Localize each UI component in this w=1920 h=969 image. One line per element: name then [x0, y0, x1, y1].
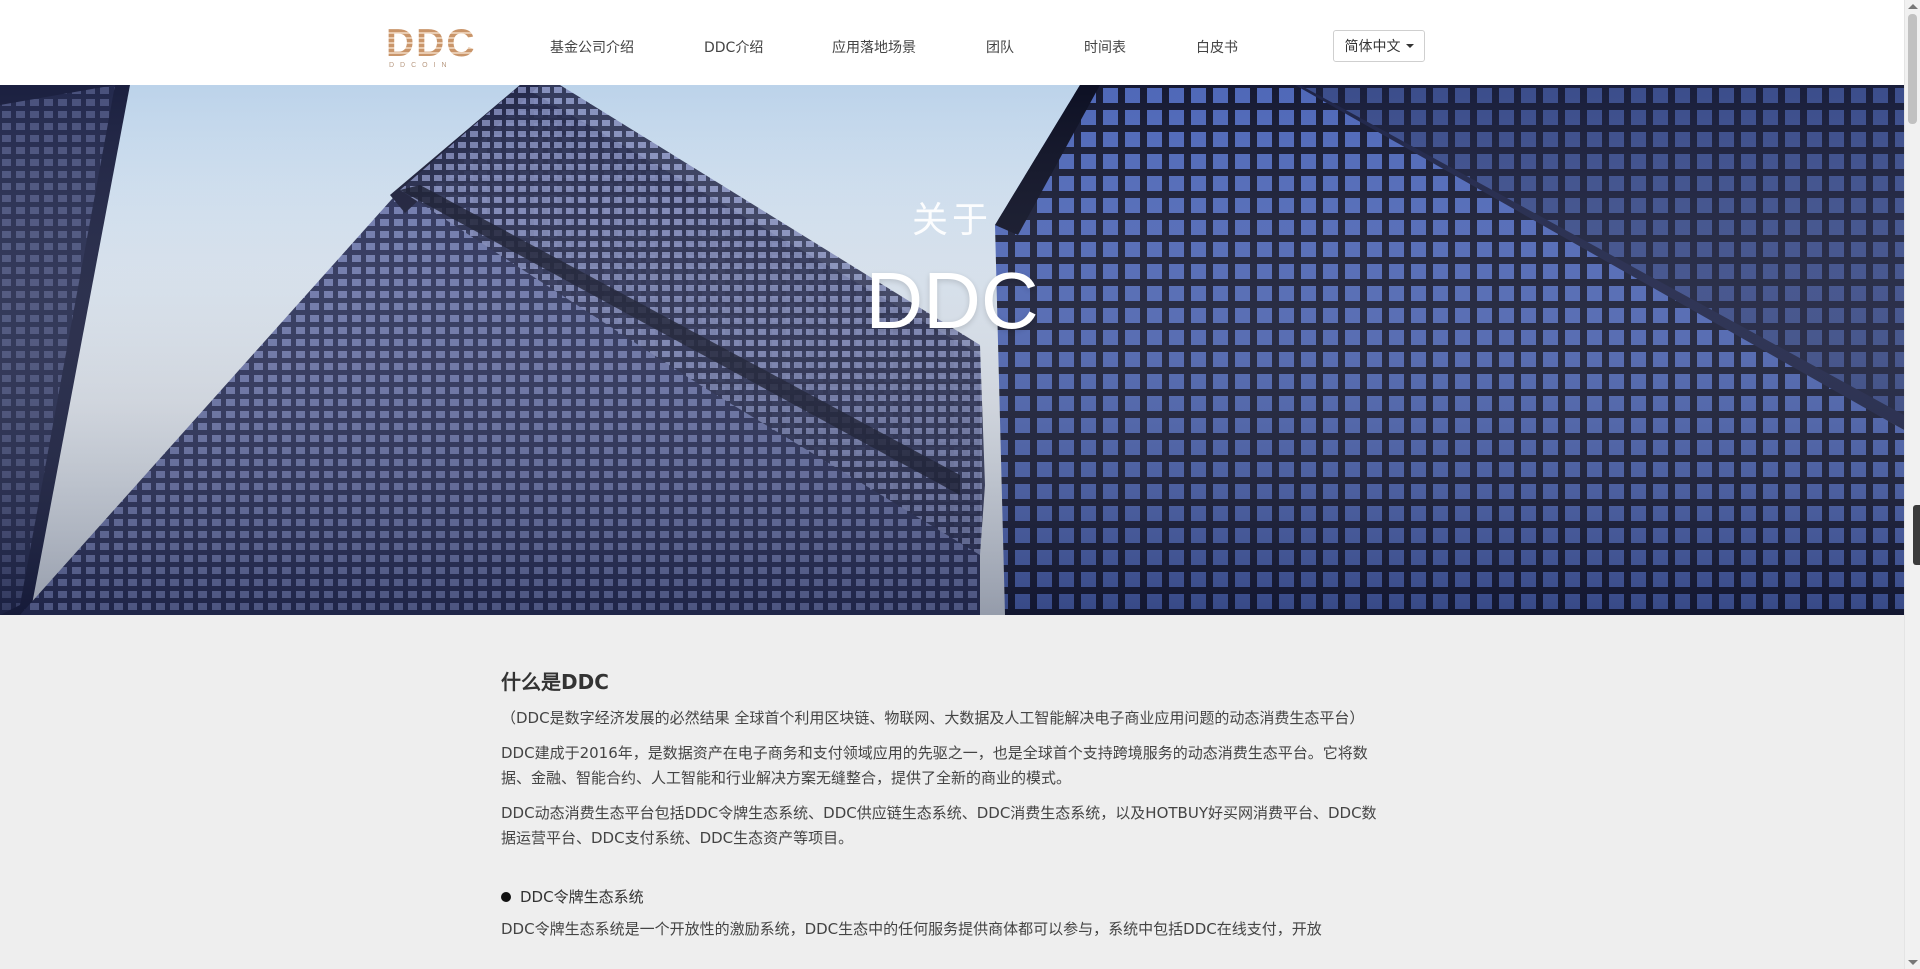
nav-item-timeline[interactable]: 时间表: [1084, 38, 1126, 58]
section-title: 什么是DDC: [501, 670, 609, 694]
bullet-item-token-ecosystem: DDC令牌生态系统: [501, 885, 1391, 909]
ddc-logo[interactable]: DDC DDCOIN: [386, 22, 477, 72]
hero-title: DDC: [865, 256, 1039, 345]
nav-item-team[interactable]: 团队: [986, 38, 1014, 58]
scroll-thumb[interactable]: [1908, 14, 1917, 124]
nav-item-scenarios[interactable]: 应用落地场景: [832, 38, 916, 58]
nav-item-fund-company[interactable]: 基金公司介绍: [550, 38, 634, 58]
page-scrollbar[interactable]: [1904, 0, 1920, 969]
bullet-title: DDC令牌生态系统: [520, 888, 644, 906]
intro-paragraph: （DDC是数字经济发展的必然结果 全球首个利用区块链、物联网、大数据及人工智能解…: [501, 709, 1365, 727]
nav-item-whitepaper[interactable]: 白皮书: [1196, 38, 1238, 58]
language-dropdown[interactable]: 简体中文: [1333, 30, 1425, 62]
about-section: 什么是DDC （DDC是数字经济发展的必然结果 全球首个利用区块链、物联网、大数…: [501, 668, 1391, 952]
scroll-up-arrow-icon[interactable]: [1908, 4, 1918, 9]
token-ecosystem-paragraph: DDC令牌生态系统是一个开放性的激励系统，DDC生态中的任何服务提供商体都可以参…: [501, 920, 1322, 938]
bullet-dot-icon: [501, 892, 511, 902]
side-floating-tab[interactable]: [1913, 505, 1920, 565]
hero-banner: 关于 DDC: [0, 85, 1904, 615]
language-label: 简体中文: [1344, 39, 1401, 55]
skyscraper-background-image: [0, 85, 1904, 615]
chevron-down-icon: [1405, 44, 1414, 48]
scroll-down-arrow-icon[interactable]: [1908, 960, 1918, 965]
hero-pretitle: 关于: [911, 200, 992, 241]
history-paragraph: DDC建成于2016年，是数据资产在电子商务和支付领域应用的先驱之一，也是全球首…: [501, 744, 1368, 787]
logo-text: DDC: [386, 22, 477, 65]
nav-item-ddc-intro[interactable]: DDC介绍: [704, 38, 763, 58]
top-navbar: DDC DDCOIN 基金公司介绍 DDC介绍 应用落地场景 团队 时间表 白皮…: [0, 0, 1904, 86]
platform-paragraph: DDC动态消费生态平台包括DDC令牌生态系统、DDC供应链生态系统、DDC消费生…: [501, 804, 1377, 847]
